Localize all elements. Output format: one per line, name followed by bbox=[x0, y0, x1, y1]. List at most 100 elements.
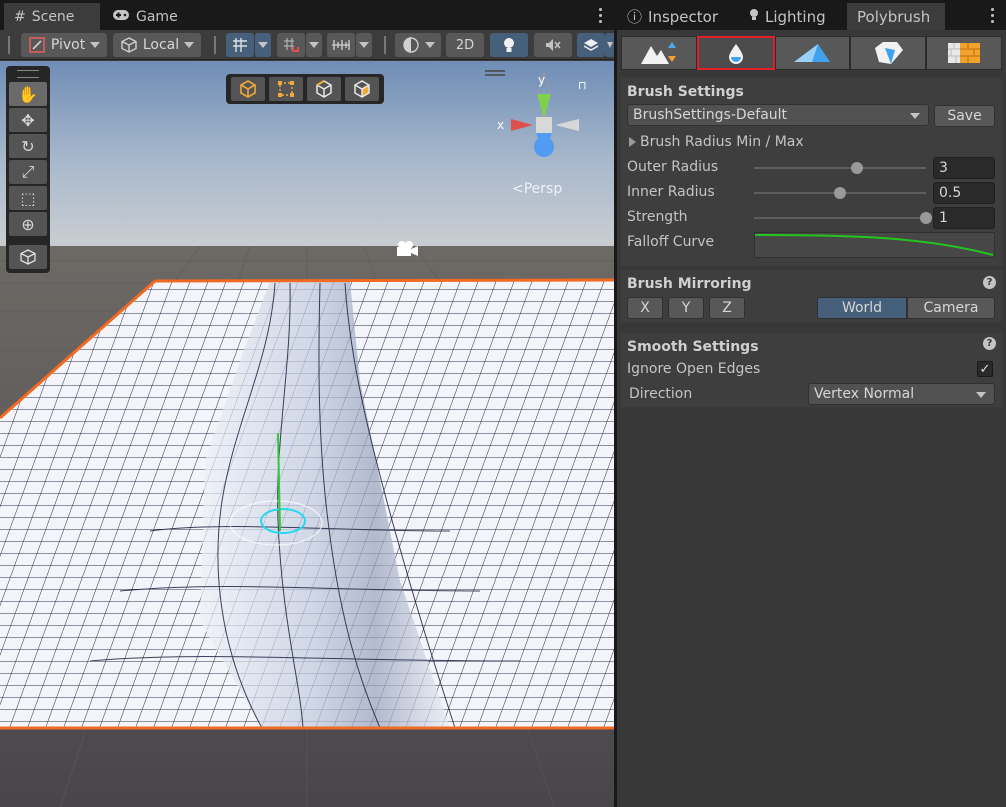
outer-radius-field[interactable]: 3 bbox=[933, 157, 995, 179]
lighting-toggle[interactable] bbox=[490, 33, 528, 57]
move-arrows-icon: ✥ bbox=[21, 110, 35, 130]
gamepad-icon bbox=[112, 9, 130, 25]
transform-tool-button[interactable]: ⊕ bbox=[9, 212, 47, 236]
layers-icon bbox=[583, 39, 599, 51]
inspector-icon: ⓘ bbox=[627, 8, 643, 26]
tab-lighting[interactable]: Lighting bbox=[739, 3, 843, 30]
tab-polybrush[interactable]: Polybrush bbox=[847, 3, 945, 30]
radius-foldout[interactable]: Brush Radius Min / Max bbox=[629, 134, 804, 150]
side-tab-menu-icon[interactable] bbox=[986, 6, 998, 24]
scene-render[interactable] bbox=[0, 61, 614, 807]
rect-tool-button[interactable]: ⬚ bbox=[9, 186, 47, 210]
falloff-curve-field[interactable] bbox=[754, 232, 995, 258]
scene-panel: # Scene Game Pivot Local 2D y x ⊓ <Persp… bbox=[0, 0, 614, 807]
move-tool-button[interactable]: ✥ bbox=[9, 108, 47, 132]
tab-scene[interactable]: # Scene bbox=[4, 3, 100, 30]
crystal-icon bbox=[875, 42, 904, 64]
face-edit-button[interactable] bbox=[345, 77, 379, 101]
mountain-arrows-icon bbox=[640, 42, 676, 64]
cube-edge-icon bbox=[316, 80, 332, 98]
chevron-down-icon bbox=[606, 42, 613, 48]
scene-viewport[interactable]: y x ⊓ <Persp bbox=[0, 61, 614, 807]
chevron-down-icon bbox=[258, 42, 268, 48]
grid-snap-icon bbox=[233, 38, 247, 52]
magnet-grid-icon bbox=[284, 38, 299, 52]
bulb-icon bbox=[749, 8, 759, 26]
increment-snap-menu[interactable] bbox=[306, 33, 322, 57]
help-icon[interactable]: ? bbox=[983, 337, 996, 350]
snap-settings-button[interactable] bbox=[327, 33, 355, 57]
brush-mirroring-section: Brush Mirroring ? X Y Z World Camera bbox=[621, 270, 1002, 322]
radius-foldout-label: Brush Radius Min / Max bbox=[640, 134, 804, 150]
triangle-right-icon bbox=[629, 137, 636, 147]
cube-pen-icon bbox=[20, 249, 36, 265]
tab-inspector[interactable]: ⓘ Inspector bbox=[617, 3, 739, 30]
cube-edit-button[interactable] bbox=[231, 77, 265, 101]
toolbar-grip bbox=[214, 36, 216, 54]
outer-radius-slider[interactable] bbox=[754, 167, 926, 169]
projection-label[interactable]: <Persp bbox=[512, 181, 562, 197]
tab-game[interactable]: Game bbox=[102, 3, 192, 30]
brick-texture-icon bbox=[948, 43, 981, 63]
ignore-open-edges-checkbox[interactable]: ✓ bbox=[977, 361, 993, 377]
checkmark-icon: ✓ bbox=[979, 361, 991, 377]
gizmo-x-label: x bbox=[497, 118, 505, 132]
overlay-grip bbox=[17, 70, 39, 78]
inner-radius-field[interactable]: 0.5 bbox=[933, 182, 995, 204]
prefab-mode-button[interactable] bbox=[850, 36, 927, 70]
effects-menu[interactable] bbox=[605, 33, 614, 57]
local-dropdown[interactable]: Local bbox=[113, 33, 201, 57]
mirror-camera-button[interactable]: Camera bbox=[907, 297, 995, 319]
brush-preset-dropdown[interactable]: BrushSettings-Default bbox=[627, 104, 929, 126]
mirror-y-button[interactable]: Y bbox=[668, 297, 704, 319]
audio-toggle[interactable] bbox=[534, 33, 572, 57]
mirror-world-button[interactable]: World bbox=[817, 297, 907, 319]
sculpt-mode-button[interactable] bbox=[621, 36, 697, 70]
lock-icon[interactable]: ⊓ bbox=[578, 79, 587, 92]
pivot-icon bbox=[29, 37, 45, 53]
ruler-icon bbox=[332, 40, 350, 50]
outer-radius-label: Outer Radius bbox=[627, 159, 719, 175]
scene-tab-menu-icon[interactable] bbox=[594, 6, 606, 24]
tab-inspector-label: Inspector bbox=[648, 7, 718, 26]
custom-tool-button[interactable] bbox=[9, 245, 47, 269]
rect-edit-button[interactable] bbox=[269, 77, 303, 101]
strength-field[interactable]: 1 bbox=[933, 207, 995, 229]
pivot-dropdown[interactable]: Pivot bbox=[21, 33, 107, 57]
mute-icon bbox=[546, 39, 561, 51]
scale-tool-button[interactable]: ⤢ bbox=[9, 160, 47, 184]
hand-tool-button[interactable]: ✋ bbox=[9, 82, 47, 106]
strength-slider[interactable] bbox=[754, 217, 926, 219]
texture-mode-button[interactable] bbox=[926, 36, 1002, 70]
transform-icon: ⊕ bbox=[21, 214, 35, 234]
brush-settings-section: Brush Settings BrushSettings-Default Sav… bbox=[621, 78, 1002, 266]
chevron-down-icon bbox=[184, 42, 195, 48]
inner-radius-label: Inner Radius bbox=[627, 184, 715, 200]
mode-2d-button[interactable]: 2D bbox=[446, 33, 484, 57]
scale-icon: ⤢ bbox=[21, 162, 35, 181]
mirror-z-button[interactable]: Z bbox=[709, 297, 745, 319]
smooth-mode-button[interactable] bbox=[696, 36, 775, 70]
direction-dropdown[interactable]: Vertex Normal bbox=[808, 383, 995, 405]
polybrush-mode-bar bbox=[621, 36, 1002, 72]
toolbar-grip bbox=[384, 36, 386, 54]
rotate-icon: ↻ bbox=[21, 136, 35, 156]
help-icon[interactable]: ? bbox=[983, 276, 996, 289]
effects-toggle[interactable] bbox=[577, 33, 605, 57]
inner-radius-knob[interactable] bbox=[834, 187, 846, 199]
outer-radius-knob[interactable] bbox=[851, 162, 864, 174]
rotate-tool-button[interactable]: ↻ bbox=[9, 134, 47, 158]
strength-knob[interactable] bbox=[920, 212, 932, 224]
edge-edit-button[interactable] bbox=[307, 77, 341, 101]
rect-select-icon bbox=[278, 81, 294, 97]
mirror-x-button[interactable]: X bbox=[627, 297, 663, 319]
grid-snap-menu[interactable] bbox=[255, 33, 271, 57]
side-tabbar: ⓘ Inspector Lighting Polybrush bbox=[617, 0, 1006, 30]
paint-color-mode-button[interactable] bbox=[774, 36, 851, 70]
snap-settings-menu[interactable] bbox=[356, 33, 372, 57]
increment-snap-button[interactable] bbox=[277, 33, 305, 57]
grid-snap-button[interactable] bbox=[226, 33, 254, 57]
draw-mode-dropdown[interactable] bbox=[395, 33, 441, 57]
save-brush-button[interactable]: Save bbox=[934, 105, 995, 127]
cube-face-icon bbox=[354, 80, 370, 98]
